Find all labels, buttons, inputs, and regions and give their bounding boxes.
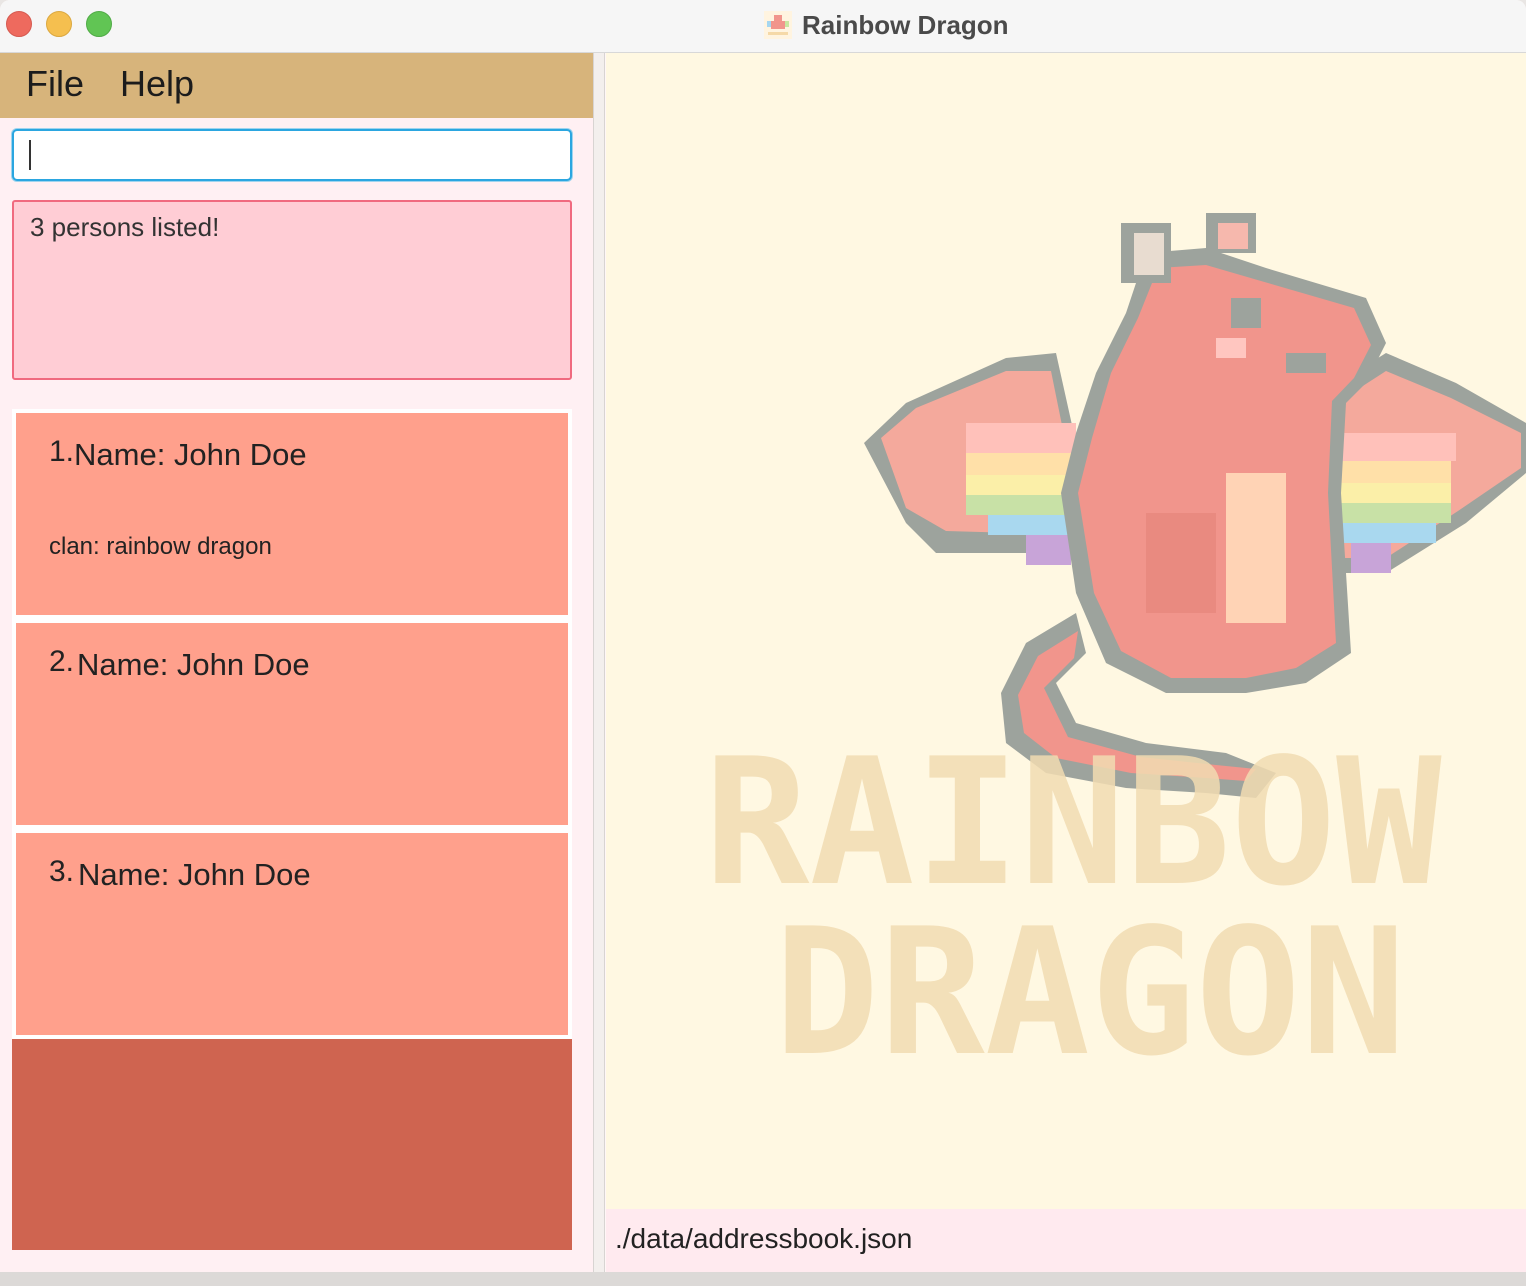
app-window: Rainbow Dragon File Help 3 persons liste… bbox=[0, 0, 1526, 1272]
person-index: 3. bbox=[49, 855, 75, 888]
window-title-group: Rainbow Dragon bbox=[762, 8, 1009, 42]
rainbow-dragon-logo: RAINBOW DRAGON bbox=[704, 213, 1526, 1095]
person-name: Name: John Doe bbox=[74, 437, 307, 472]
close-window-button[interactable] bbox=[6, 11, 32, 37]
person-index: 2. bbox=[49, 645, 75, 678]
split-pane-divider[interactable] bbox=[593, 53, 605, 1272]
left-panel: File Help 3 persons listed! 1. Name: Joh… bbox=[0, 53, 593, 1272]
menu-bar: File Help bbox=[0, 53, 593, 118]
title-bar: Rainbow Dragon bbox=[0, 0, 1526, 53]
right-panel: RAINBOW DRAGON ./data/addressbook.json bbox=[606, 53, 1526, 1272]
dragon-body bbox=[1061, 213, 1386, 693]
zoom-window-button[interactable] bbox=[86, 11, 112, 37]
save-location-path: ./data/addressbook.json bbox=[615, 1223, 913, 1254]
app-icon bbox=[764, 11, 792, 39]
person-clan: clan: rainbow dragon bbox=[49, 533, 272, 560]
list-footer bbox=[12, 1039, 572, 1250]
status-bar: ./data/addressbook.json bbox=[606, 1209, 1526, 1272]
person-index: 1. bbox=[49, 435, 75, 468]
person-list[interactable]: 1. Name: John Doe clan: rainbow dragon 2… bbox=[12, 409, 572, 1250]
person-card[interactable]: 1. Name: John Doe clan: rainbow dragon bbox=[16, 413, 568, 615]
result-message: 3 persons listed! bbox=[30, 212, 220, 242]
command-input[interactable] bbox=[12, 129, 572, 181]
person-name: Name: John Doe bbox=[78, 857, 311, 892]
window-bottom-edge bbox=[0, 1272, 1526, 1286]
menu-file[interactable]: File bbox=[26, 63, 84, 105]
person-card[interactable]: 2. Name: John Doe bbox=[16, 623, 568, 825]
minimize-window-button[interactable] bbox=[46, 11, 72, 37]
text-caret bbox=[29, 140, 31, 170]
menu-help[interactable]: Help bbox=[120, 63, 194, 105]
person-card[interactable]: 3. Name: John Doe bbox=[16, 833, 568, 1035]
window-title: Rainbow Dragon bbox=[802, 9, 1009, 40]
person-name: Name: John Doe bbox=[77, 647, 310, 682]
result-display: 3 persons listed! bbox=[12, 200, 572, 380]
logo-text-line2: DRAGON bbox=[774, 892, 1406, 1095]
